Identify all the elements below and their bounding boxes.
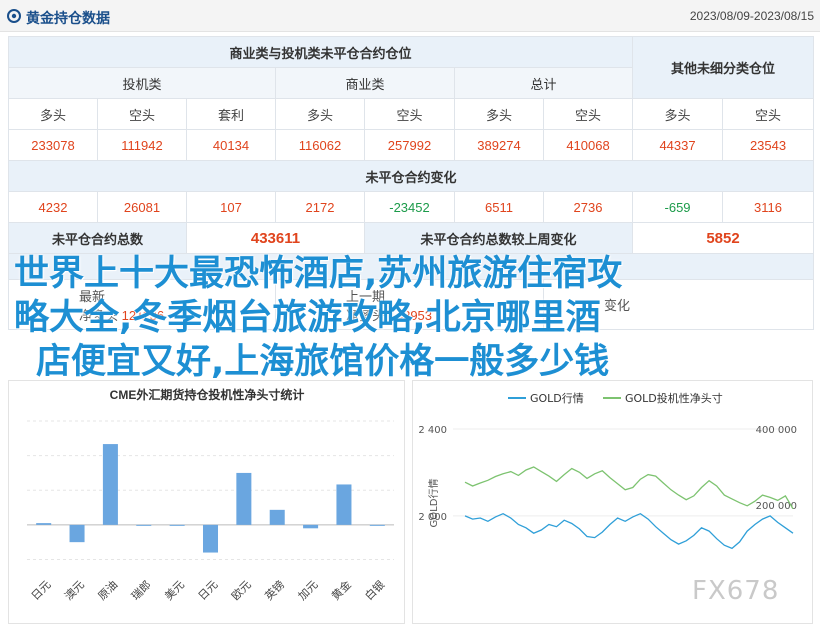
change-value: -659 bbox=[632, 191, 724, 223]
x-tick-label: 瑞郎 bbox=[128, 577, 153, 602]
series-line bbox=[464, 512, 794, 550]
position-value: 410068 bbox=[542, 129, 634, 161]
x-tick-label: 原油 bbox=[95, 577, 120, 602]
column-header: 多头 bbox=[275, 98, 365, 130]
column-header: 空头 bbox=[97, 98, 187, 130]
group-commercial: 商业类 bbox=[275, 67, 455, 99]
oi-change-value: 5852 bbox=[632, 222, 815, 254]
cme-bar-chart: CME外汇期货持仓投机性净头寸统计日元 澳元 原油 瑞郎 美元 日元 欧元 英镑 加元 黄金 白银 bbox=[27, 387, 394, 603]
change-value: 3116 bbox=[722, 191, 815, 223]
change-value: 4232 bbox=[8, 191, 98, 223]
series-line bbox=[464, 466, 794, 510]
gear-icon[interactable] bbox=[6, 8, 22, 24]
oi-total-value: 433611 bbox=[186, 222, 365, 254]
bar bbox=[202, 524, 219, 553]
other-title: 其他未细分类仓位 bbox=[632, 36, 815, 99]
page-title: 黄金持仓数据 bbox=[26, 10, 110, 26]
y-axis-label: GOLD行情 bbox=[427, 479, 440, 528]
group-title: 商业类与投机类未平仓合约仓位 bbox=[7, 36, 634, 68]
bar bbox=[69, 524, 85, 543]
overlay-text: 世界上十大最恐怖酒店,苏州旅游住宿攻 略大全,冬季烟台旅游攻略,北京哪里酒 店便… bbox=[14, 252, 804, 384]
group-speculative: 投机类 bbox=[8, 67, 276, 99]
change-title: 未平仓合约变化 bbox=[7, 160, 815, 192]
change-value: 6511 bbox=[454, 191, 544, 223]
right-tick-label: 200 000 bbox=[756, 501, 797, 512]
bar bbox=[336, 484, 352, 525]
x-tick-label: 日元 bbox=[29, 578, 54, 603]
bar bbox=[369, 524, 385, 526]
oi-total-label: 未平仓合约总数 bbox=[8, 222, 187, 254]
bar bbox=[269, 509, 285, 525]
position-value: 111942 bbox=[97, 129, 187, 161]
change-value: -23452 bbox=[364, 191, 455, 223]
position-value: 44337 bbox=[632, 129, 724, 161]
cme-bar-chart-panel: CME外汇期货持仓投机性净头寸统计 日元 澳元 原油 瑞郎 美元 日元 欧元 英镑 加元 黄金 白银 bbox=[8, 380, 405, 624]
bar bbox=[36, 523, 52, 525]
column-header: 空头 bbox=[364, 98, 455, 130]
position-value: 389274 bbox=[454, 129, 544, 161]
header-bar: 黄金持仓数据 2023/08/09-2023/08/15 bbox=[0, 0, 820, 32]
x-tick-label: 白银 bbox=[362, 577, 387, 602]
change-value: 2172 bbox=[275, 191, 365, 223]
bar bbox=[303, 524, 319, 529]
x-tick-label: 英镑 bbox=[262, 577, 287, 602]
position-value: 257992 bbox=[364, 129, 455, 161]
watermark: FX678 bbox=[692, 576, 780, 606]
left-tick-label: 2 400 bbox=[418, 425, 447, 436]
bar bbox=[169, 524, 185, 526]
overlay-line: 略大全,冬季烟台旅游攻略,北京哪里酒 bbox=[14, 298, 601, 338]
bar bbox=[102, 444, 118, 525]
position-value: 233078 bbox=[8, 129, 98, 161]
overlay-line: 店便宜又好,上海旅馆价格一般多少钱 bbox=[36, 342, 610, 382]
position-value: 116062 bbox=[275, 129, 365, 161]
column-header: 套利 bbox=[186, 98, 276, 130]
column-header: 多头 bbox=[632, 98, 724, 130]
change-value: 26081 bbox=[97, 191, 187, 223]
x-tick-label: 加元 bbox=[296, 578, 321, 603]
legend-label: GOLD行情 bbox=[530, 392, 584, 405]
oi-change-label: 未平仓合约总数较上周变化 bbox=[363, 222, 634, 254]
bar bbox=[136, 524, 152, 526]
column-header: 多头 bbox=[454, 98, 544, 130]
x-tick-label: 澳元 bbox=[62, 578, 87, 603]
column-header: 多头 bbox=[8, 98, 98, 130]
x-tick-label: 黄金 bbox=[328, 577, 353, 602]
change-value: 2736 bbox=[542, 191, 634, 223]
x-tick-label: 欧元 bbox=[229, 578, 254, 603]
date-range: 2023/08/09-2023/08/15 bbox=[689, 9, 814, 23]
column-header: 空头 bbox=[542, 98, 634, 130]
chart-title: CME外汇期货持仓投机性净头寸统计 bbox=[110, 387, 305, 402]
position-value: 40134 bbox=[186, 129, 276, 161]
x-tick-label: 日元 bbox=[196, 578, 221, 603]
change-value: 107 bbox=[186, 191, 276, 223]
x-tick-label: 美元 bbox=[162, 578, 187, 603]
position-value: 23543 bbox=[722, 129, 815, 161]
overlay-line: 世界上十大最恐怖酒店,苏州旅游住宿攻 bbox=[14, 254, 623, 294]
legend-label: GOLD投机性净头寸 bbox=[625, 391, 723, 405]
group-total: 总计 bbox=[453, 67, 634, 99]
column-header: 空头 bbox=[722, 98, 815, 130]
right-tick-label: 400 000 bbox=[756, 425, 797, 436]
bar bbox=[236, 472, 252, 525]
